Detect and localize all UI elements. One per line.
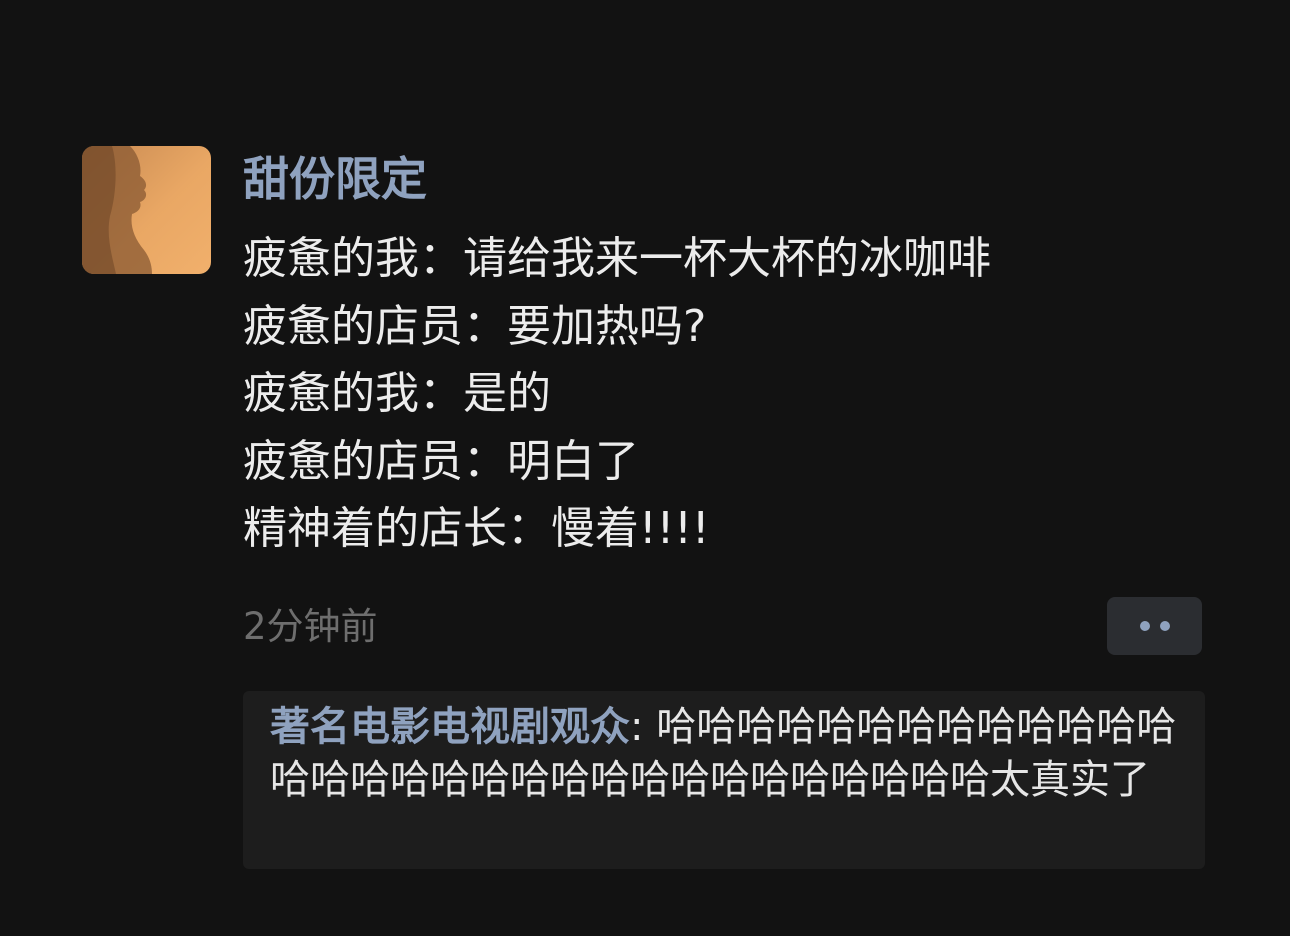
more-dots-icon — [1139, 621, 1150, 631]
comment-section: 著名电影电视剧观众: 哈哈哈哈哈哈哈哈哈哈哈哈哈哈哈哈哈哈哈哈哈哈哈哈哈哈哈哈哈… — [243, 691, 1205, 869]
post-line: 疲惫的店员：明白了 — [243, 435, 639, 487]
comment-item[interactable]: 著名电影电视剧观众: 哈哈哈哈哈哈哈哈哈哈哈哈哈哈哈哈哈哈哈哈哈哈哈哈哈哈哈哈哈… — [270, 701, 1190, 807]
post-line: 疲惫的我：请给我来一杯大杯的冰咖啡 — [243, 233, 991, 284]
post-line: 疲惫的店员：要加热吗? — [243, 300, 707, 352]
post-timestamp: 2分钟前 — [243, 605, 378, 648]
post-text: 疲惫的我：请给我来一杯大杯的冰咖啡 疲惫的店员：要加热吗? 疲惫的我：是的 疲惫… — [243, 225, 1203, 563]
comment-author[interactable]: 著名电影电视剧观众 — [270, 704, 630, 750]
more-dots-icon — [1159, 621, 1170, 631]
avatar-silhouette-image — [82, 146, 152, 274]
post-line: 精神着的店长：慢着!!!! — [243, 503, 710, 554]
more-actions-button[interactable] — [1107, 597, 1202, 655]
post-line: 疲惫的我：是的 — [243, 368, 551, 419]
comment-separator: : — [630, 704, 657, 750]
avatar[interactable] — [82, 146, 211, 274]
username[interactable]: 甜份限定 — [243, 150, 427, 208]
